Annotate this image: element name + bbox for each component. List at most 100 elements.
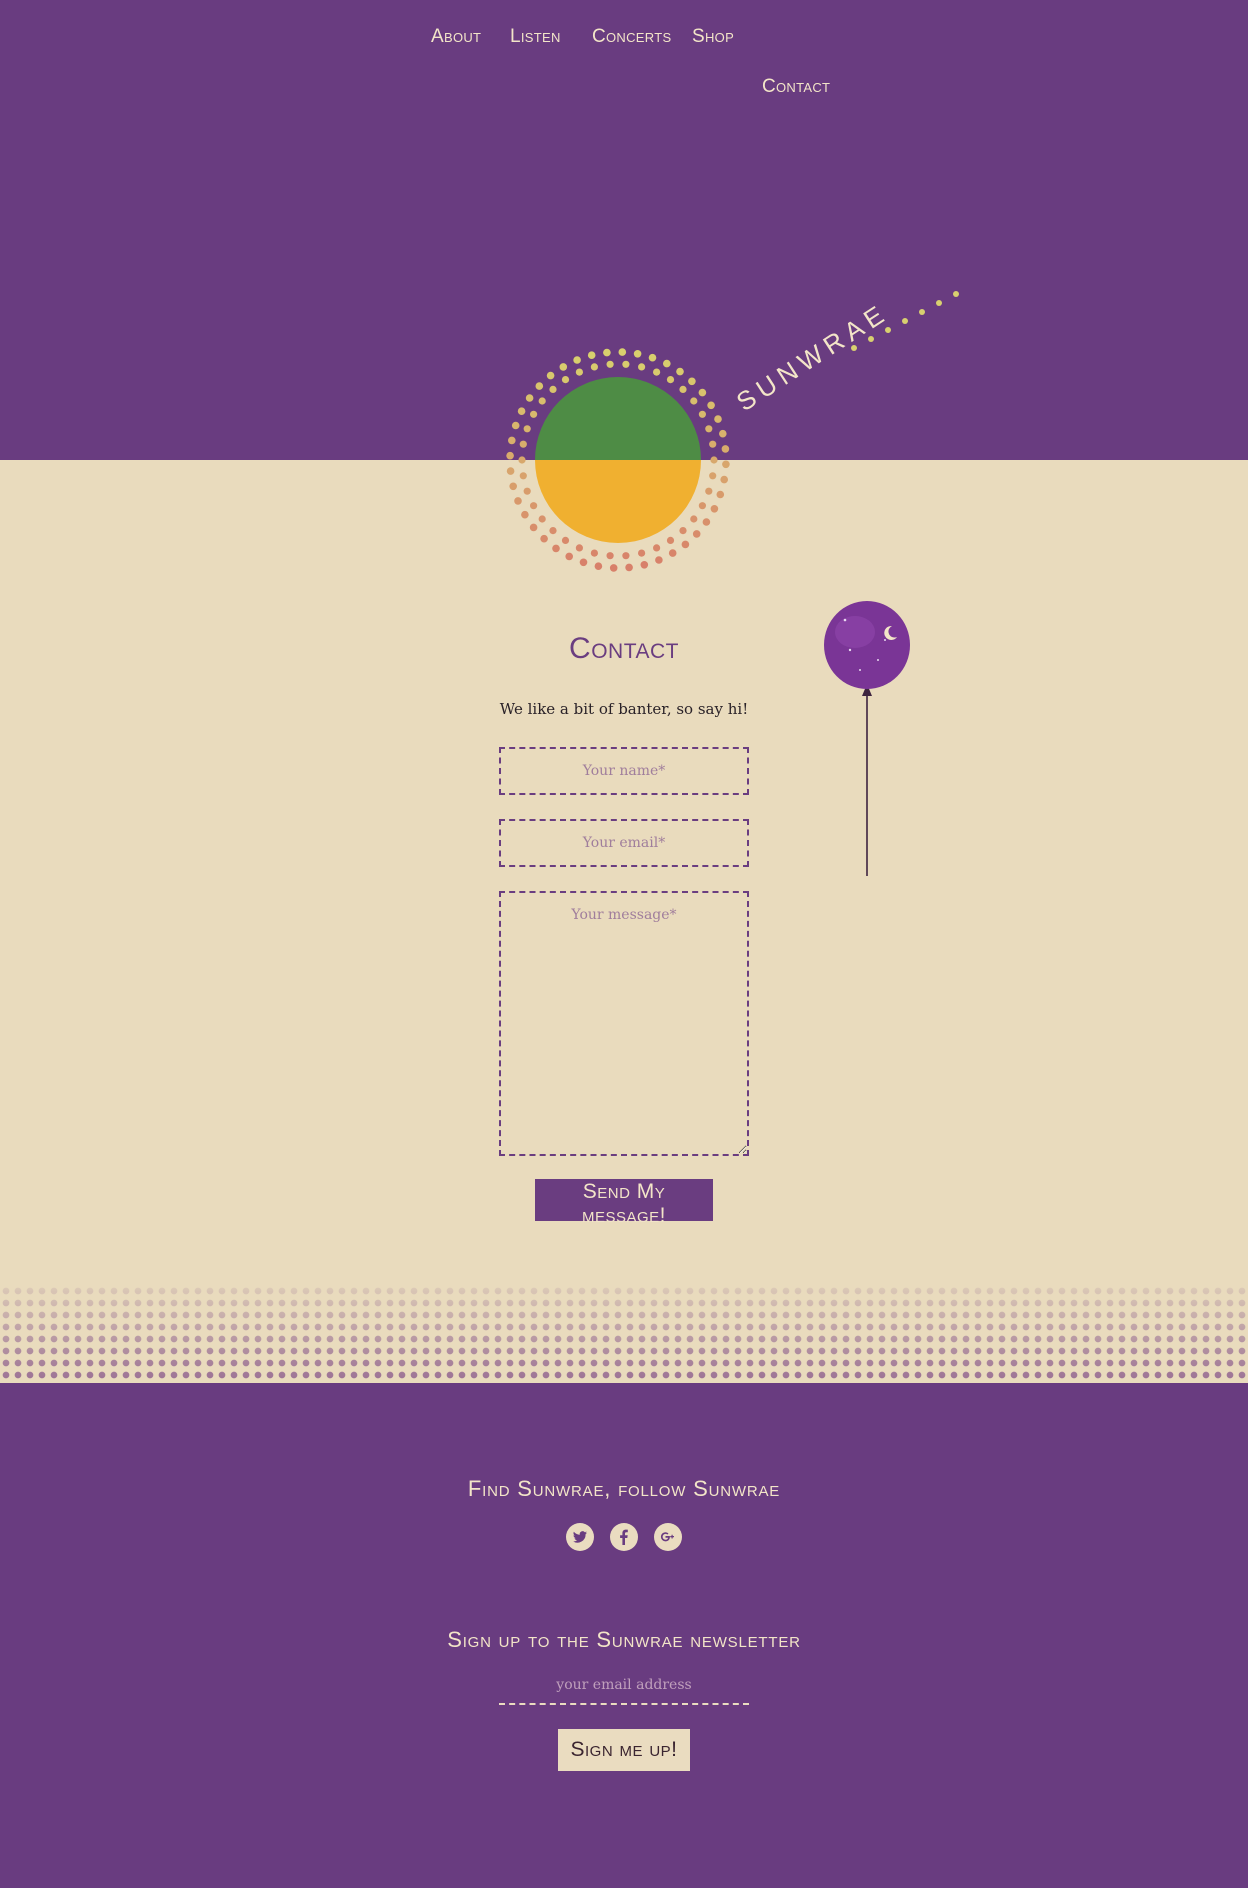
sun-dot bbox=[698, 502, 707, 510]
sun-dot bbox=[603, 348, 611, 357]
sun-dot bbox=[606, 360, 614, 368]
sun-dot bbox=[668, 549, 677, 557]
sun-dot bbox=[549, 527, 557, 535]
sign-up-button[interactable]: Sign me up! bbox=[558, 1729, 690, 1771]
sun-dot bbox=[540, 534, 548, 543]
sun-dot bbox=[594, 562, 603, 570]
sun-dot bbox=[638, 549, 646, 557]
nav-listen[interactable]: Listen bbox=[510, 26, 561, 48]
sun-dot bbox=[688, 377, 696, 386]
sun-dot bbox=[653, 368, 661, 376]
sun-dot bbox=[710, 505, 719, 513]
sun-dot bbox=[575, 544, 584, 552]
balloon-illustration bbox=[824, 601, 910, 876]
nav-concerts[interactable]: Concerts bbox=[592, 26, 671, 48]
sun-dot bbox=[609, 564, 618, 572]
sun-dot bbox=[676, 367, 684, 376]
intro-text: We like a bit of banter, so say hi! bbox=[499, 700, 749, 718]
sun-dot bbox=[511, 421, 520, 430]
trail-dot bbox=[953, 291, 959, 297]
google-plus-link[interactable] bbox=[654, 1523, 682, 1551]
sun-dot bbox=[653, 544, 661, 552]
sunwrae-logo[interactable]: SUNWRAE bbox=[490, 280, 970, 590]
name-field[interactable] bbox=[499, 747, 749, 795]
sun-dot bbox=[535, 382, 544, 390]
sun-dot bbox=[508, 436, 516, 445]
trail-dot bbox=[851, 345, 857, 351]
sun-dot bbox=[519, 472, 527, 480]
sun-dot bbox=[523, 425, 531, 433]
sun-dot bbox=[517, 407, 526, 416]
sun-disc bbox=[535, 377, 701, 543]
sun-dot bbox=[565, 552, 573, 561]
main-nav: About Listen Concerts Shop Contact bbox=[0, 0, 1248, 110]
sun-dot bbox=[559, 363, 568, 371]
send-message-button[interactable]: Send My message! bbox=[535, 1179, 713, 1227]
sun-dot bbox=[714, 415, 722, 423]
sun-dot bbox=[710, 456, 718, 464]
sun-dot bbox=[698, 410, 707, 418]
email-field[interactable] bbox=[499, 819, 749, 867]
sun-dot bbox=[679, 527, 687, 535]
sun-dot bbox=[666, 536, 675, 545]
sun-dot bbox=[575, 368, 584, 376]
trail-dot bbox=[902, 318, 908, 324]
sun-dot bbox=[530, 502, 538, 510]
sun-dot bbox=[538, 515, 546, 523]
sun-dot bbox=[721, 445, 730, 453]
sun-dot bbox=[525, 394, 534, 402]
sun-dot bbox=[590, 549, 599, 557]
sun-dot bbox=[655, 556, 663, 564]
sun-dot bbox=[506, 451, 514, 460]
sun-dot bbox=[622, 552, 630, 560]
newsletter-email-input[interactable] bbox=[499, 1667, 749, 1705]
sun-dot bbox=[514, 497, 522, 505]
sun-dot bbox=[663, 359, 671, 368]
facebook-icon bbox=[620, 1529, 628, 1545]
sun-dot bbox=[538, 397, 546, 405]
sun-dot bbox=[720, 475, 728, 484]
sun-dot bbox=[622, 360, 630, 368]
sun-dot bbox=[561, 376, 570, 384]
trail-dot bbox=[868, 336, 874, 342]
twitter-link[interactable] bbox=[566, 1523, 594, 1551]
sun-dot bbox=[529, 523, 538, 532]
message-field[interactable] bbox=[499, 891, 749, 1156]
follow-heading: Find Sunwrae, follow Sunwrae bbox=[467, 1476, 781, 1501]
sun-dot bbox=[518, 456, 526, 464]
sun-dot bbox=[606, 552, 614, 560]
sun-dot bbox=[679, 385, 687, 393]
dotted-divider bbox=[0, 1285, 1248, 1383]
sun-dot bbox=[519, 440, 527, 448]
nav-shop[interactable]: Shop bbox=[692, 26, 734, 48]
facebook-link[interactable] bbox=[610, 1523, 638, 1551]
sun-dot bbox=[573, 356, 581, 364]
sun-dot bbox=[638, 363, 646, 371]
sun-dot bbox=[633, 350, 642, 358]
sun-dot bbox=[618, 348, 627, 356]
sun-dot bbox=[590, 363, 599, 371]
sun-dot bbox=[698, 388, 707, 397]
trail-dot bbox=[919, 309, 925, 315]
newsletter-heading: Sign up to the Sunwrae newsletter bbox=[447, 1627, 801, 1652]
sun-dot bbox=[692, 530, 701, 538]
sun-dot bbox=[579, 558, 588, 567]
twitter-icon bbox=[573, 1531, 587, 1543]
sun-dot bbox=[549, 385, 557, 393]
sun-dot bbox=[666, 376, 675, 384]
sun-dot bbox=[521, 510, 529, 519]
page-title: Contact bbox=[569, 632, 679, 665]
sun-dot bbox=[690, 515, 698, 523]
google-plus-icon bbox=[660, 1532, 674, 1542]
sun-dot bbox=[546, 371, 555, 380]
nav-contact[interactable]: Contact bbox=[762, 76, 830, 98]
sun-dot bbox=[509, 482, 517, 491]
nav-about[interactable]: About bbox=[431, 26, 481, 48]
sun-dot bbox=[719, 429, 727, 438]
logo-wordmark: SUNWRAE bbox=[731, 297, 894, 417]
sun-dot bbox=[690, 397, 698, 405]
sun-dot bbox=[707, 401, 715, 410]
trail-dot bbox=[936, 300, 942, 306]
sun-dot bbox=[587, 351, 596, 360]
sun-dot bbox=[709, 472, 717, 480]
